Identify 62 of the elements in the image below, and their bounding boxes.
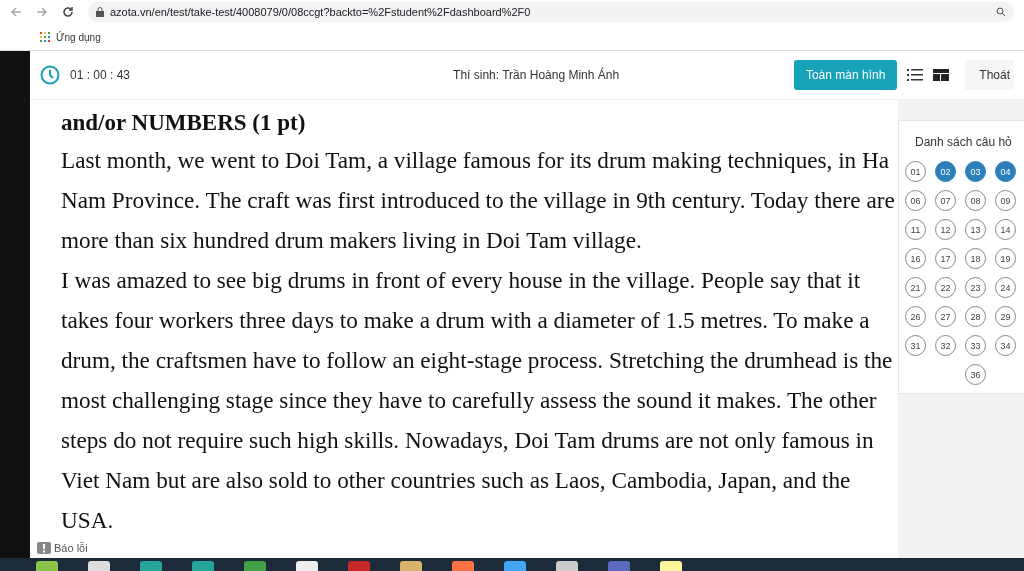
question-number[interactable]: 08	[965, 190, 986, 211]
question-number[interactable]: 27	[935, 306, 956, 327]
forward-icon[interactable]	[36, 6, 48, 18]
taskbar-app-icon[interactable]	[400, 561, 422, 571]
question-number[interactable]: 17	[935, 248, 956, 269]
question-number[interactable]: 32	[935, 335, 956, 356]
exit-button[interactable]: Thoát	[965, 60, 1014, 90]
taskbar-app-icon[interactable]	[88, 561, 110, 571]
question-number[interactable]: 31	[905, 335, 926, 356]
timer: 01 : 00 : 43	[70, 68, 131, 82]
back-icon[interactable]	[10, 6, 22, 18]
question-number[interactable]: 13	[965, 219, 986, 240]
question-number[interactable]: 01	[905, 161, 926, 182]
taskbar-app-icon[interactable]	[660, 561, 682, 571]
taskbar-app-icon[interactable]	[296, 561, 318, 571]
apps-grid-icon[interactable]	[40, 32, 50, 42]
address-bar[interactable]: azota.vn/en/test/take-test/4008079/0/08ccgt?backto=%2Fstudent%2Fdashboard%2F0	[88, 2, 1014, 22]
question-number[interactable]: 09	[995, 190, 1016, 211]
passage-paragraph: I was amazed to see big drums in front of every house in the village. People say that it takes four workers three days to make a drum with a diameter of 1.5 metres. To make a drum, the craftsmen have to follow an eight-stage process. Stretching the drumhead is the most challenging stage since they have to carefully assess the sound it makes. The other steps do not require such high skills. Nowadays, Doi Tam drums are not only famous in Viet Nam but are also sold to other countries such as Laos, Cambodia, Japan, and the USA.	[61, 266, 894, 535]
question-number[interactable]: 12	[935, 219, 956, 240]
candidate-name: Thí sinh: Trần Hoàng Minh Ánh	[453, 68, 620, 82]
question-number[interactable]: 21	[905, 277, 926, 298]
question-number[interactable]: 23	[965, 277, 986, 298]
question-number[interactable]: 36	[965, 364, 986, 385]
question-number[interactable]: 24	[995, 277, 1016, 298]
question-number[interactable]: 19	[995, 248, 1016, 269]
question-number[interactable]: 11	[905, 219, 926, 240]
question-number[interactable]: 04	[995, 161, 1016, 182]
layout-icon[interactable]	[933, 69, 950, 81]
report-link[interactable]: Báo lỗi	[54, 542, 88, 554]
question-number[interactable]: 18	[965, 248, 986, 269]
question-number[interactable]: 33	[965, 335, 986, 356]
question-number[interactable]: 07	[935, 190, 956, 211]
list-icon[interactable]	[907, 69, 924, 81]
question-number[interactable]: 26	[905, 306, 926, 327]
taskbar-app-icon[interactable]	[348, 561, 370, 571]
taskbar-app-icon[interactable]	[452, 561, 474, 571]
passage-paragraph: Last month, we went to Doi Tam, a village famous for its drum making techniques, in Ha Nam Province. The craft was first introduced to the village in 9th century. Today there are more than six hundred drum makers living in Doi Tam village.	[61, 146, 896, 255]
question-number[interactable]: 06	[905, 190, 926, 211]
taskbar-app-icon[interactable]	[556, 561, 578, 571]
taskbar-app-icon[interactable]	[140, 561, 162, 571]
question-number[interactable]: 02	[935, 161, 956, 182]
taskbar-app-icon[interactable]	[192, 561, 214, 571]
panel-title: Danh sách câu hỏ	[915, 135, 1013, 149]
question-number[interactable]: 03	[965, 161, 986, 182]
taskbar-app-icon[interactable]	[504, 561, 526, 571]
question-title: and/or NUMBERS (1 pt)	[61, 109, 307, 137]
lock-icon	[96, 7, 104, 17]
reload-icon[interactable]	[62, 6, 74, 18]
zoom-icon[interactable]	[996, 7, 1006, 17]
clock-icon	[40, 65, 60, 85]
taskbar-app-icon[interactable]	[244, 561, 266, 571]
taskbar-app-icon[interactable]	[608, 561, 630, 571]
question-number[interactable]: 34	[995, 335, 1016, 356]
report-icon[interactable]	[37, 542, 51, 554]
question-number[interactable]: 22	[935, 277, 956, 298]
taskbar-app-icon[interactable]	[36, 561, 58, 571]
question-number[interactable]: 29	[995, 306, 1016, 327]
question-number[interactable]: 14	[995, 219, 1016, 240]
bookmark-link[interactable]: Ứng dụng	[56, 31, 101, 43]
question-number[interactable]: 16	[905, 248, 926, 269]
question-number[interactable]: 28	[965, 306, 986, 327]
